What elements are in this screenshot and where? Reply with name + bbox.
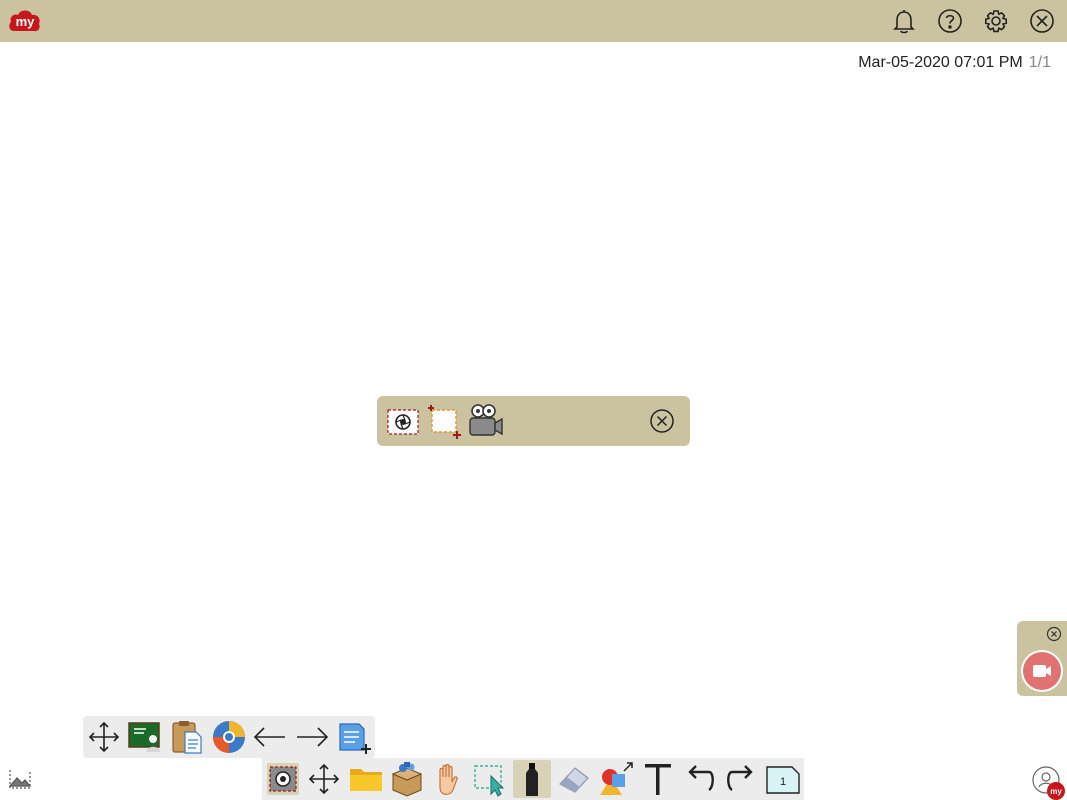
hand-icon[interactable] [430,760,468,798]
page-icon[interactable]: 1 [764,760,802,798]
top-bar: my [0,0,1067,42]
gear-icon[interactable] [982,7,1010,35]
page-number: 1 [780,776,786,788]
browser-icon[interactable] [210,718,248,756]
recorder-panel [1017,621,1067,696]
datetime-text: Mar-05-2020 07:01 PM [858,54,1023,71]
undo-icon[interactable] [681,760,719,798]
close-icon[interactable] [1028,7,1056,35]
avatar[interactable]: my [1030,764,1066,800]
move-icon[interactable] [85,718,123,756]
clipboard-document-icon[interactable] [168,718,206,756]
redo-icon[interactable] [722,760,760,798]
main-toolbar: 1 [262,758,804,800]
capture-toolbar [377,396,690,446]
shapes-icon[interactable] [597,760,635,798]
select-icon[interactable] [471,760,509,798]
marker-icon[interactable] [513,760,551,798]
logo-text: my [16,14,36,29]
folder-icon[interactable] [347,760,385,798]
region-add-icon[interactable] [425,402,465,440]
add-page-icon[interactable] [335,718,373,756]
eraser-icon[interactable] [555,760,593,798]
screenshot-tool-icon[interactable] [264,760,302,798]
recorder-close-icon[interactable] [1046,626,1062,642]
app-logo[interactable]: my [8,5,42,37]
classroom-board-icon[interactable] [126,718,164,756]
text-icon[interactable] [639,760,677,798]
status-datetime: Mar-05-2020 07:01 PM 1/1 [858,54,1051,72]
arrow-left-icon[interactable] [251,718,289,756]
secondary-toolbar [83,716,375,758]
screenshot-icon[interactable] [383,402,423,440]
box-icon[interactable] [388,760,426,798]
move-tool-icon[interactable] [305,760,343,798]
video-record-icon[interactable] [1020,649,1064,693]
capture-close-icon[interactable] [645,404,679,438]
video-camera-icon[interactable] [465,402,505,440]
help-icon[interactable] [936,7,964,35]
avatar-logo-text: my [1050,787,1062,796]
bell-icon[interactable] [890,7,918,35]
arrow-right-icon[interactable] [293,718,331,756]
page-indicator: 1/1 [1028,54,1051,71]
gallery-icon[interactable] [6,766,34,792]
